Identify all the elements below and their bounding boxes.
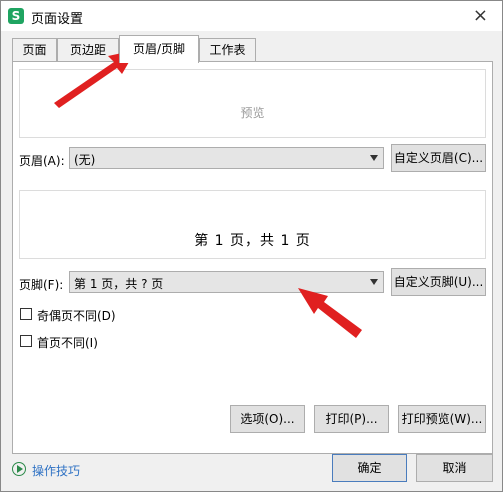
ok-button[interactable]: 确定 [332, 454, 407, 482]
custom-header-button[interactable]: 自定义页眉(C)... [391, 144, 486, 172]
cancel-button[interactable]: 取消 [416, 454, 493, 482]
header-preview: 预览 [19, 69, 486, 138]
chevron-down-icon [370, 155, 378, 161]
app-logo-icon: S [8, 8, 24, 24]
first-page-different-checkbox[interactable] [20, 335, 32, 347]
tab-header-footer[interactable]: 页眉/页脚 [119, 35, 199, 63]
chevron-down-icon [370, 279, 378, 285]
options-button[interactable]: 选项(O)... [230, 405, 305, 433]
first-page-different-label: 首页不同(I) [37, 336, 98, 350]
play-circle-icon [12, 462, 26, 476]
tips-label: 操作技巧 [32, 464, 81, 478]
print-preview-button[interactable]: 打印预览(W)... [398, 405, 486, 433]
header-footer-panel: 预览 页眉(A): (无) 自定义页眉(C)... 第 1 页，共 1 页 页脚… [12, 61, 493, 454]
footer-preview-text: 第 1 页，共 1 页 [194, 233, 311, 249]
header-preview-label: 预览 [240, 106, 265, 120]
header-label: 页眉(A): [19, 154, 65, 168]
close-icon[interactable]: × [473, 5, 488, 26]
title-bar: S 页面设置 × [1, 1, 502, 31]
footer-label: 页脚(F): [19, 278, 64, 292]
header-select[interactable]: (无) [69, 147, 384, 169]
footer-preview: 第 1 页，共 1 页 [19, 190, 486, 259]
footer-select[interactable]: 第 1 页，共 ? 页 [69, 271, 384, 293]
header-select-value: (无) [74, 153, 96, 167]
dialog-title: 页面设置 [31, 12, 84, 27]
tab-margins[interactable]: 页边距 [57, 38, 119, 62]
page-setup-dialog: S 页面设置 × 页面 页边距 页眉/页脚 工作表 预览 页眉(A): (无) … [0, 0, 503, 492]
tab-page[interactable]: 页面 [12, 38, 57, 62]
odd-even-different-checkbox[interactable] [20, 308, 32, 320]
tab-sheet[interactable]: 工作表 [199, 38, 256, 62]
footer-select-value: 第 1 页，共 ? 页 [74, 277, 164, 291]
odd-even-different-label: 奇偶页不同(D) [37, 309, 116, 323]
print-button[interactable]: 打印(P)... [314, 405, 389, 433]
custom-footer-button[interactable]: 自定义页脚(U)... [391, 268, 486, 296]
